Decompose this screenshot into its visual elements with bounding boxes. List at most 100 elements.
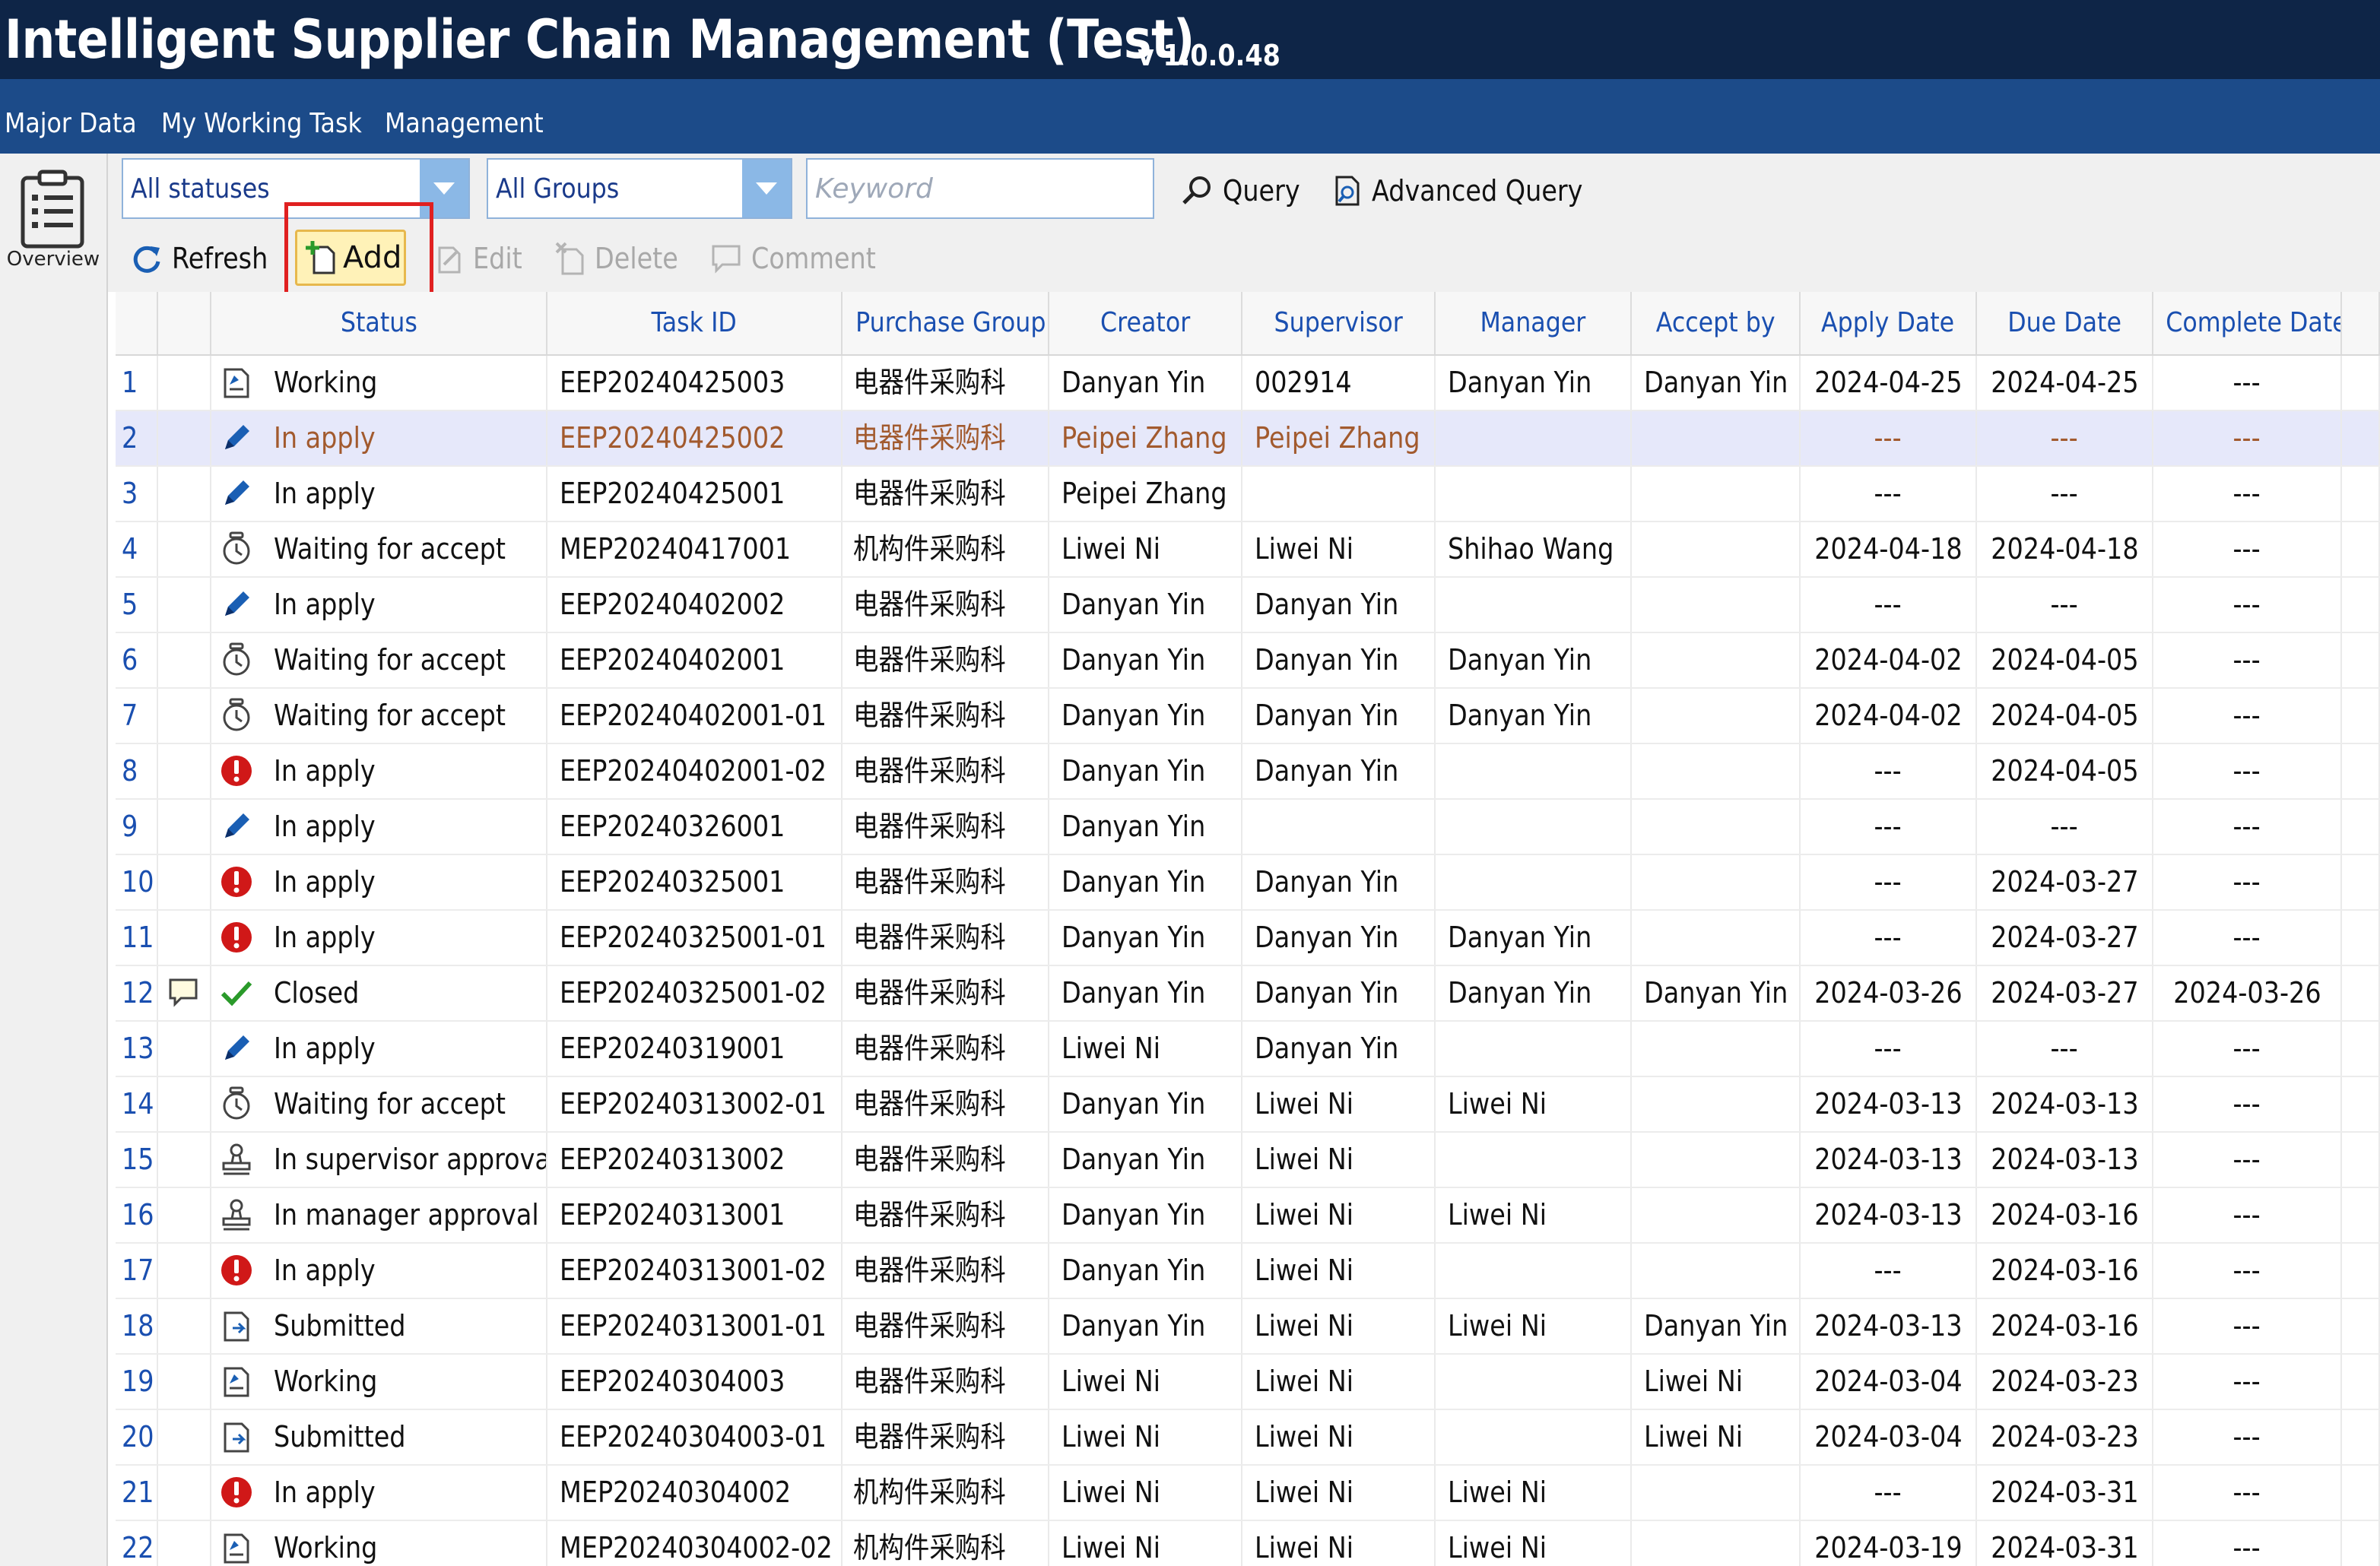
table-row[interactable]: 10 In apply EEP20240325001 电器件采购科 Danyan Yin… [116,855,2380,911]
table-row[interactable]: 21 In apply MEP20240304002 机构件采购科 Liwei Ni Li… [116,1466,2380,1521]
group-cell: 电器件采购科 [843,1244,1049,1298]
menu-my-working-task[interactable]: My Working Task [161,105,362,143]
table-row[interactable]: 22 Working MEP20240304002-02 机构件采购科 Liwei Ni… [116,1521,2380,1566]
stamp-icon [222,1199,251,1231]
status-cell: Waiting for accept [211,1077,547,1131]
column-header-accept-by[interactable]: Accept by [1632,292,1801,354]
group-cell: 电器件采购科 [843,578,1049,632]
table-row[interactable]: 2 In apply EEP20240425002 电器件采购科 Peipei Zhan… [116,411,2380,467]
row-number: 6 [116,633,158,687]
table-row[interactable]: 11 In apply EEP20240325001-01 电器件采购科 Danyan … [116,911,2380,966]
task-id-cell: MEP20240417001 [547,522,843,576]
comment-cell [158,1133,211,1187]
comment-cell [158,1022,211,1076]
row-number: 10 [116,855,158,909]
manager-cell: Danyan Yin [1436,966,1632,1020]
column-header-complete-date[interactable]: Complete Date [2153,292,2342,354]
menu-management[interactable]: Management [385,105,544,143]
filler-cell [2342,800,2380,854]
manager-cell: Danyan Yin [1436,911,1632,965]
edit-document-icon [438,246,461,274]
supervisor-cell: Liwei Ni [1242,1133,1436,1187]
delete-button[interactable]: Delete [555,230,690,287]
overview-button[interactable]: Overview [0,154,106,283]
column-header-due-date[interactable]: Due Date [1977,292,2153,354]
complete-date-cell: --- [2153,578,2342,632]
group-dropdown-arrow-icon[interactable] [742,160,791,217]
column-header-apply-date[interactable]: Apply Date [1801,292,1977,354]
table-row[interactable]: 19 Working EEP20240304003 电器件采购科 Liwei Ni Liw… [116,1355,2380,1410]
supervisor-cell: Liwei Ni [1242,1077,1436,1131]
creator-cell: Danyan Yin [1049,633,1242,687]
edit-button[interactable]: Edit [433,230,529,287]
manager-cell [1436,467,1632,521]
table-row[interactable]: 9 In apply EEP20240326001 电器件采购科 Danyan Yin -… [116,800,2380,855]
status-cell: In apply [211,1244,547,1298]
filler-cell [2342,578,2380,632]
complete-date-cell: --- [2153,744,2342,798]
query-button[interactable]: Query [1180,163,1310,219]
table-row[interactable]: 7 Waiting for accept EEP20240402001-01 电器件采… [116,689,2380,744]
supervisor-cell: Liwei Ni [1242,1466,1436,1520]
task-id-cell: EEP20240313001-01 [547,1299,843,1353]
table-row[interactable]: 4 Waiting for accept MEP20240417001 机构件采购科 L… [116,522,2380,578]
column-header-creator[interactable]: Creator [1049,292,1242,354]
table-row[interactable]: 6 Waiting for accept EEP20240402001 电器件采购科 D… [116,633,2380,689]
clock-icon [223,531,250,565]
apply-date-cell: --- [1801,411,1977,465]
advanced-query-label: Advanced Query [1372,174,1583,208]
complete-date-cell: --- [2153,1022,2342,1076]
table-row[interactable]: 5 In apply EEP20240402002 电器件采购科 Danyan Yin D… [116,578,2380,633]
status-cell: Working [211,1521,547,1566]
table-row[interactable]: 18 Submitted EEP20240313001-01 电器件采购科 Danyan… [116,1299,2380,1355]
filler-cell [2342,1022,2380,1076]
table-row[interactable]: 3 In apply EEP20240425001 电器件采购科 Peipei Zhan… [116,467,2380,522]
refresh-button[interactable]: Refresh [131,230,281,287]
group-select[interactable]: All Groups [487,158,792,219]
table-row[interactable]: 17 In apply EEP20240313001-02 电器件采购科 Danyan … [116,1244,2380,1299]
table-row[interactable]: 8 In apply EEP20240402001-02 电器件采购科 Danyan Y… [116,744,2380,800]
due-date-cell: 2024-03-16 [1977,1244,2153,1298]
comment-bubble-icon[interactable] [167,977,199,1009]
creator-cell: Peipei Zhang [1049,411,1242,465]
table-row[interactable]: 15 In supervisor approval EEP20240313002 电器… [116,1133,2380,1188]
advanced-query-button[interactable]: Advanced Query [1332,163,1611,219]
keyword-field[interactable] [806,158,1154,219]
menu-major-data[interactable]: Major Data [5,105,137,143]
task-id-cell: EEP20240313001 [547,1188,843,1242]
overview-label: Overview [6,248,100,271]
column-header-purchase-group[interactable]: Purchase Group [843,292,1049,354]
accept-by-cell [1632,744,1801,798]
add-button[interactable]: Add [295,230,406,286]
alert-icon [221,756,252,786]
accept-by-cell [1632,800,1801,854]
accept-by-cell [1632,911,1801,965]
table-row[interactable]: 1 Working EEP20240425003 电器件采购科 Danyan Yin 00… [116,356,2380,411]
creator-cell: Danyan Yin [1049,800,1242,854]
column-header-supervisor[interactable]: Supervisor [1242,292,1436,354]
table-row[interactable]: 14 Waiting for accept EEP20240313002-01 电器件… [116,1077,2380,1133]
task-id-cell: EEP20240402001-01 [547,689,843,743]
column-header-manager[interactable]: Manager [1436,292,1632,354]
comment-button[interactable]: Comment [710,230,893,287]
status-label: In supervisor approval [274,1143,547,1176]
table-row[interactable]: 16 In manager approval EEP20240313001 电器件采购… [116,1188,2380,1244]
table-row[interactable]: 13 In apply EEP20240319001 电器件采购科 Liwei Ni Da… [116,1022,2380,1077]
row-number: 2 [116,411,158,465]
accept-by-cell [1632,1466,1801,1520]
status-cell: Submitted [211,1299,547,1353]
keyword-input[interactable] [808,160,1151,217]
creator-cell: Liwei Ni [1049,1466,1242,1520]
row-number: 16 [116,1188,158,1242]
filler-cell [2342,467,2380,521]
clock-icon [223,642,250,676]
table-row[interactable]: 12 Closed EEP20240325001-02 电器件采购科 Danyan Yi… [116,966,2380,1022]
group-cell: 机构件采购科 [843,1466,1049,1520]
manager-cell: Danyan Yin [1436,689,1632,743]
group-cell: 电器件采购科 [843,689,1049,743]
due-date-cell: 2024-03-16 [1977,1188,2153,1242]
column-header-status[interactable]: Status [211,292,547,354]
column-header-label: Accept by [1655,307,1775,338]
table-row[interactable]: 20 Submitted EEP20240304003-01 电器件采购科 Liwei … [116,1410,2380,1466]
column-header-task-id[interactable]: Task ID [547,292,843,354]
